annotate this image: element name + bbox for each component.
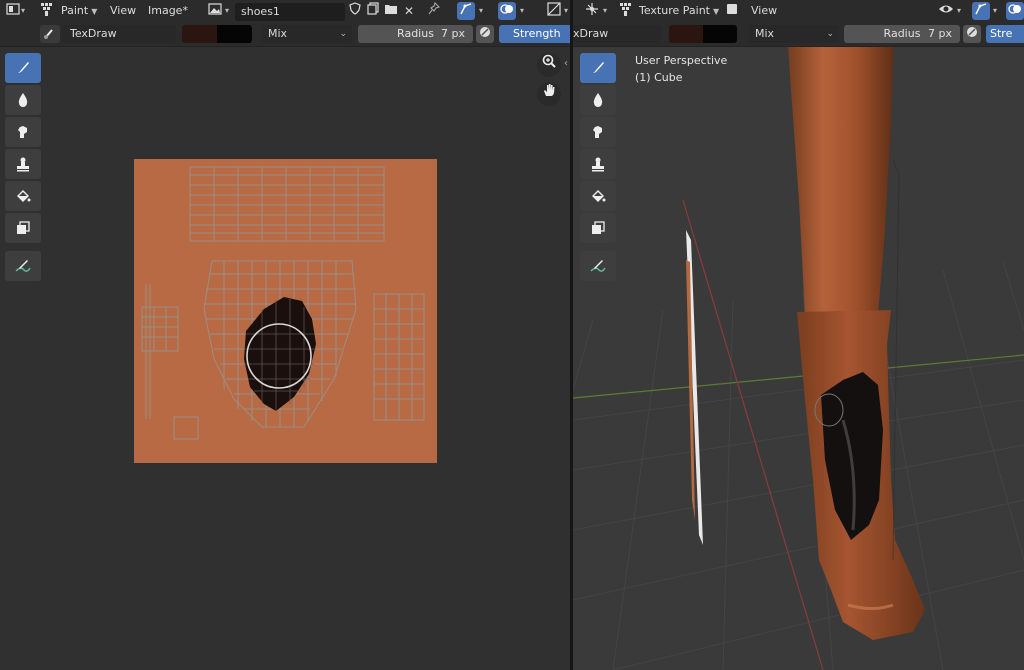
chevron-down-icon[interactable]: ▾ bbox=[479, 6, 483, 15]
image-name-field[interactable]: shoes1 bbox=[235, 3, 345, 21]
mask-icon[interactable] bbox=[580, 213, 616, 243]
annotate-icon[interactable] bbox=[580, 251, 616, 281]
open-folder-icon[interactable] bbox=[382, 2, 400, 20]
radius-slider[interactable]: Radius 7 px bbox=[844, 25, 960, 43]
chevron-down-icon[interactable]: ▾ bbox=[520, 6, 524, 15]
image-browse-icon[interactable] bbox=[206, 2, 224, 20]
chevron-down-icon[interactable]: ▾ bbox=[603, 6, 607, 15]
fill-icon[interactable] bbox=[580, 181, 616, 211]
brush-name-field[interactable]: TexDraw bbox=[62, 25, 176, 43]
soften-icon[interactable] bbox=[5, 85, 41, 115]
brush-name-field[interactable]: xDraw bbox=[573, 25, 661, 43]
viewport-perspective-label: User Perspective bbox=[635, 54, 728, 67]
mask-icon[interactable] bbox=[5, 213, 41, 243]
fake-user-shield-icon[interactable] bbox=[346, 2, 364, 20]
viewport-header: ▾ Texture Paint ▼ View ▾ ▾ bbox=[573, 0, 1024, 22]
menu-image[interactable]: Image* bbox=[148, 2, 188, 20]
chevron-down-icon: ⌄ bbox=[339, 29, 347, 39]
brush-preview-icon[interactable] bbox=[40, 25, 60, 43]
pressure-radius-icon[interactable] bbox=[963, 25, 981, 43]
mode-select[interactable]: Paint ▼ bbox=[61, 2, 97, 20]
chevron-down-icon[interactable]: ▾ bbox=[564, 6, 568, 15]
soften-icon[interactable] bbox=[580, 85, 616, 115]
menu-view[interactable]: View bbox=[751, 2, 777, 20]
blend-mode-dropdown[interactable]: Mix ⌄ bbox=[262, 25, 352, 43]
viewport-object-label: (1) Cube bbox=[635, 71, 683, 84]
strength-slider[interactable]: Stre bbox=[986, 25, 1024, 43]
pressure-radius-icon[interactable] bbox=[476, 25, 494, 43]
draw-brush-icon[interactable] bbox=[580, 53, 616, 83]
secondary-color[interactable] bbox=[703, 25, 737, 43]
editor-type-icon[interactable] bbox=[583, 2, 601, 20]
pan-hand-icon[interactable] bbox=[537, 82, 561, 106]
new-image-icon[interactable] bbox=[364, 2, 382, 20]
zoom-icon[interactable] bbox=[537, 53, 561, 77]
clone-icon[interactable] bbox=[580, 149, 616, 179]
chevron-down-icon[interactable]: ▾ bbox=[21, 6, 25, 15]
close-icon[interactable]: ✕ bbox=[400, 2, 418, 20]
chevron-down-icon: ⌄ bbox=[826, 29, 834, 39]
primary-color[interactable] bbox=[182, 25, 217, 43]
object-data-icon[interactable] bbox=[723, 2, 741, 20]
chevron-down-icon[interactable]: ▾ bbox=[225, 6, 229, 15]
smear-icon[interactable] bbox=[5, 117, 41, 147]
mode-select[interactable]: Texture Paint ▼ bbox=[639, 2, 719, 20]
fill-icon[interactable] bbox=[5, 181, 41, 211]
color-swatches[interactable] bbox=[669, 25, 737, 43]
uv-sync-icon[interactable] bbox=[457, 2, 475, 20]
image-editor-header: ▾ Paint ▼ View Image* ▾ shoes1 ✕ ▾ ▾ ▾ bbox=[0, 0, 570, 22]
image-editor: ▾ Paint ▼ View Image* ▾ shoes1 ✕ ▾ ▾ ▾ T… bbox=[0, 0, 570, 670]
draw-brush-icon[interactable] bbox=[5, 53, 41, 83]
texture-paint-mode-icon bbox=[617, 2, 635, 20]
editor-type-icon[interactable] bbox=[4, 2, 22, 20]
overlay-icon[interactable] bbox=[498, 2, 516, 20]
visibility-eye-icon[interactable] bbox=[937, 2, 955, 20]
secondary-color[interactable] bbox=[217, 25, 252, 43]
chevron-down-icon[interactable]: ▾ bbox=[993, 6, 997, 15]
texture-canvas[interactable] bbox=[134, 159, 437, 463]
clone-icon[interactable] bbox=[5, 149, 41, 179]
menu-view[interactable]: View bbox=[110, 2, 136, 20]
3d-viewport: ▾ Texture Paint ▼ View ▾ ▾ xDraw Mix ⌄ Rad… bbox=[573, 0, 1024, 670]
color-swatches[interactable] bbox=[182, 25, 252, 43]
pin-icon[interactable] bbox=[425, 1, 443, 20]
gizmo-toggle-icon[interactable] bbox=[972, 2, 990, 20]
smear-icon[interactable] bbox=[580, 117, 616, 147]
viewport-scene[interactable] bbox=[573, 0, 1024, 670]
radius-slider[interactable]: Radius 7 px bbox=[358, 25, 473, 43]
blend-mode-dropdown[interactable]: Mix ⌄ bbox=[749, 25, 839, 43]
paint-mode-icon bbox=[38, 2, 56, 20]
overlay-icon[interactable] bbox=[1006, 2, 1024, 20]
chevron-left-icon[interactable]: ‹ bbox=[564, 58, 568, 69]
primary-color[interactable] bbox=[669, 25, 703, 43]
display-channels-icon[interactable] bbox=[545, 2, 563, 20]
annotate-icon[interactable] bbox=[5, 251, 41, 281]
chevron-down-icon[interactable]: ▾ bbox=[957, 6, 961, 15]
strength-slider[interactable]: Strength bbox=[499, 25, 570, 43]
